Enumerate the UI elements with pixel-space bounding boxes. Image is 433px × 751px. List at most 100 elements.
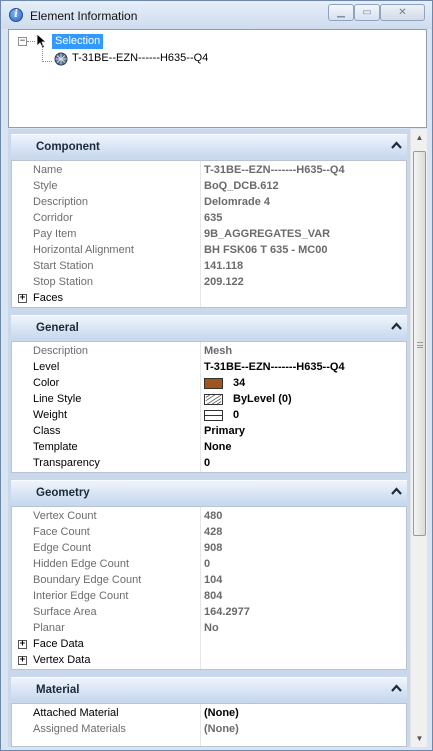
general-section-header[interactable]: General <box>11 315 407 339</box>
property-row[interactable]: Attached Material (None) <box>12 705 406 721</box>
property-name: Boundary Edge Count <box>33 574 142 586</box>
scroll-up-arrow-icon[interactable]: ▲ <box>411 129 427 146</box>
material-section-body: Attached Material (None) Assigned Materia… <box>11 703 407 747</box>
property-row[interactable]: Face Count 428 <box>12 524 406 540</box>
property-row[interactable]: Edge Count 908 <box>12 540 406 556</box>
property-name: Corridor <box>33 212 73 224</box>
property-row[interactable]: Stop Station 209.122 <box>12 274 406 290</box>
property-row[interactable]: Planar No <box>12 620 406 636</box>
property-name: Face Data <box>33 638 84 650</box>
tree-connector-vertical <box>42 44 43 62</box>
property-row[interactable]: Weight 0 <box>12 407 406 423</box>
collapse-chevron-icon[interactable] <box>391 322 402 331</box>
property-row[interactable]: Corridor 635 <box>12 210 406 226</box>
property-name: Face Count <box>33 526 90 538</box>
property-value: ByLevel (0) <box>233 393 292 405</box>
minimize-button[interactable]: ▁ <box>328 4 354 21</box>
property-name: Horizontal Alignment <box>33 244 134 256</box>
property-row-vertex-data[interactable]: + Vertex Data <box>12 652 406 668</box>
property-name: Planar <box>33 622 65 634</box>
section-title: Component <box>36 141 100 153</box>
property-row[interactable]: Template None <box>12 439 406 455</box>
mesh-element-icon <box>54 52 68 66</box>
property-name: Interior Edge Count <box>33 590 129 602</box>
tree-connector-horizontal <box>42 61 52 62</box>
property-value: 164.2977 <box>204 606 250 618</box>
collapse-chevron-icon[interactable] <box>391 141 402 150</box>
grip-icon <box>417 342 423 348</box>
property-name: Description <box>33 196 89 208</box>
property-name: Class <box>33 425 61 437</box>
property-row[interactable]: Surface Area 164.2977 <box>12 604 406 620</box>
property-row[interactable]: Transparency 0 <box>12 455 406 471</box>
expand-icon[interactable]: + <box>18 656 27 665</box>
property-row[interactable]: Vertex Count 480 <box>12 508 406 524</box>
scroll-thumb[interactable] <box>413 151 426 536</box>
property-value: 908 <box>204 542 223 554</box>
property-value: 0 <box>233 409 240 421</box>
property-name: Weight <box>33 409 68 421</box>
property-name: Vertex Count <box>33 510 97 522</box>
property-name: Assigned Materials <box>33 723 126 735</box>
tree-collapse-toggle[interactable]: − <box>18 37 27 46</box>
property-row[interactable]: Color 34 <box>12 375 406 391</box>
property-value: 480 <box>204 510 223 522</box>
property-value: (None) <box>204 723 239 735</box>
component-section-body: Name T-31BE--EZN-------H635--Q4 Style BoQ_… <box>11 160 407 308</box>
property-row[interactable]: Description Mesh <box>12 343 406 359</box>
property-row[interactable]: Boundary Edge Count 104 <box>12 572 406 588</box>
tree-connector <box>27 41 35 42</box>
property-value: T-31BE--EZN-------H635--Q4 <box>204 361 345 373</box>
property-name: Style <box>33 180 58 192</box>
expand-icon[interactable]: + <box>18 294 27 303</box>
collapse-chevron-icon[interactable] <box>391 487 402 496</box>
property-name: Stop Station <box>33 276 93 288</box>
property-name: Name <box>33 164 63 176</box>
component-section-header[interactable]: Component <box>11 134 407 158</box>
vertical-scrollbar[interactable]: ▲ ▼ <box>410 129 427 747</box>
property-value: 804 <box>204 590 223 602</box>
property-name: Transparency <box>33 457 100 469</box>
property-value: T-31BE--EZN-------H635--Q4 <box>204 164 345 176</box>
maximize-button[interactable]: ▭ <box>354 4 380 21</box>
property-name: Attached Material <box>33 707 119 719</box>
property-row[interactable]: Name T-31BE--EZN-------H635--Q4 <box>12 162 406 178</box>
property-row[interactable]: Class Primary <box>12 423 406 439</box>
property-row[interactable]: Assigned Materials (None) <box>12 721 406 737</box>
property-row[interactable]: Level T-31BE--EZN-------H635--Q4 <box>12 359 406 375</box>
tree-child-element[interactable]: T-31BE--EZN------H635--Q4 <box>72 52 208 64</box>
window-title: Element Information <box>30 9 138 23</box>
info-icon: i <box>9 8 23 22</box>
property-name: Pay Item <box>33 228 77 240</box>
selection-tree: − Selection T-31BE--EZN------H635--Q4 <box>8 29 427 128</box>
property-row[interactable]: Style BoQ_DCB.612 <box>12 178 406 194</box>
property-row[interactable]: Hidden Edge Count 0 <box>12 556 406 572</box>
section-title: General <box>36 322 79 334</box>
general-section-body: Description Mesh Level T-31BE--EZN-------H… <box>11 341 407 473</box>
property-row[interactable]: Start Station 141.118 <box>12 258 406 274</box>
expand-icon[interactable]: + <box>18 640 27 649</box>
line-style-icon <box>204 394 223 405</box>
property-row-faces[interactable]: + Faces <box>12 290 406 306</box>
property-row[interactable]: Description Delomrade 4 <box>12 194 406 210</box>
property-name: Vertex Data <box>33 654 91 666</box>
property-row[interactable]: Horizontal Alignment BH FSK06 T 635 - MC0… <box>12 242 406 258</box>
property-row[interactable]: Pay Item 9B_AGGREGATES_VAR <box>12 226 406 242</box>
property-value: Primary <box>204 425 245 437</box>
tree-root-selection[interactable]: Selection <box>52 34 104 49</box>
property-row[interactable]: Interior Edge Count 804 <box>12 588 406 604</box>
property-name: Edge Count <box>33 542 92 554</box>
section-title: Geometry <box>36 487 90 499</box>
geometry-section-header[interactable]: Geometry <box>11 480 407 504</box>
property-row-face-data[interactable]: + Face Data <box>12 636 406 652</box>
geometry-section-body: Vertex Count 480 Face Count 428 Edge Count… <box>11 506 407 670</box>
property-row[interactable]: Line Style ByLevel (0) <box>12 391 406 407</box>
material-section-header[interactable]: Material <box>11 677 407 701</box>
property-value: (None) <box>204 707 239 719</box>
property-value: Mesh <box>204 345 233 357</box>
property-name: Start Station <box>33 260 94 272</box>
scroll-down-arrow-icon[interactable]: ▼ <box>411 730 427 747</box>
collapse-chevron-icon[interactable] <box>391 684 402 693</box>
property-value: Delomrade 4 <box>204 196 271 208</box>
close-button[interactable]: ✕ <box>380 4 425 21</box>
